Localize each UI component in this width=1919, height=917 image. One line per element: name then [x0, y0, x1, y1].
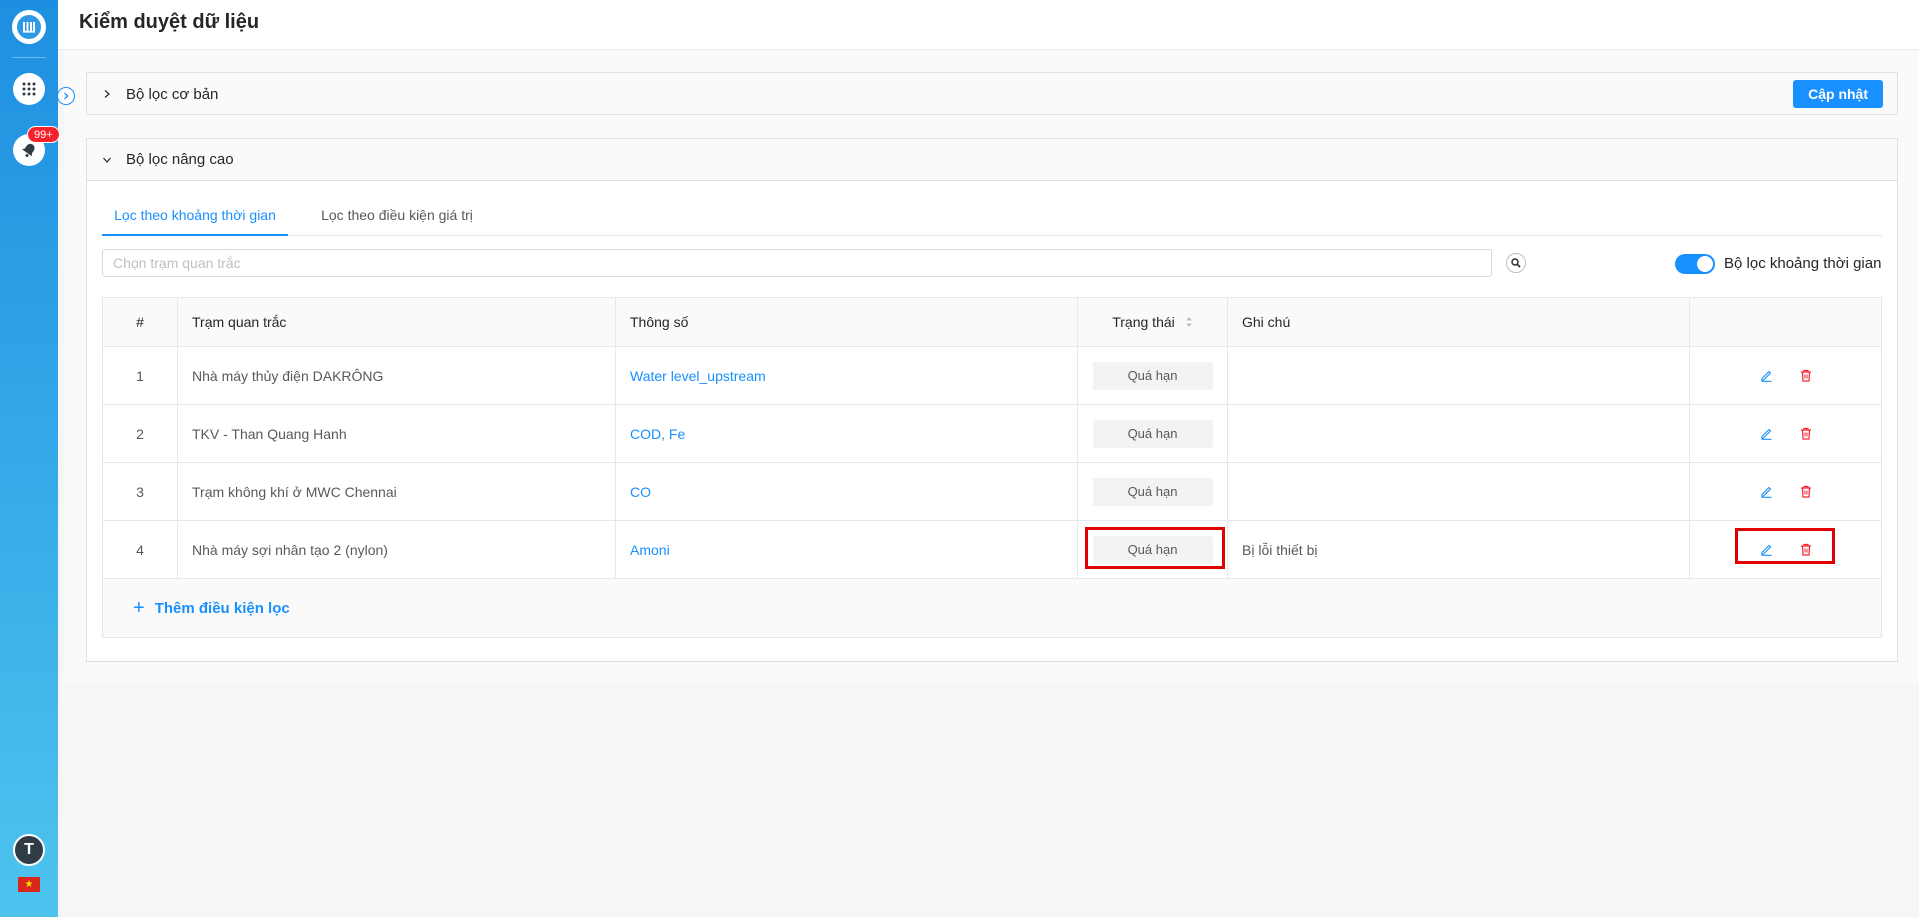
- row-index: 3: [103, 463, 178, 520]
- status-badge: Quá hạn: [1092, 419, 1213, 448]
- column-header-station: Trạm quan trắc: [178, 298, 616, 346]
- chevron-right-icon: [102, 89, 116, 99]
- notification-badge: 99+: [27, 126, 60, 143]
- language-flag-icon[interactable]: ★: [18, 877, 40, 892]
- row-actions: [1690, 405, 1881, 462]
- table-row: 2 TKV - Than Quang Hanh COD, Fe Quá hạn: [103, 405, 1881, 463]
- row-params-link[interactable]: Water level_upstream: [616, 347, 1078, 404]
- plus-icon: +: [133, 597, 145, 619]
- bell-icon: [22, 143, 35, 157]
- column-header-actions: [1690, 298, 1881, 346]
- table-row: 3 Trạm không khí ở MWC Chennai CO Quá hạ…: [103, 463, 1881, 521]
- row-status-cell: Quá hạn: [1078, 405, 1228, 462]
- user-avatar[interactable]: T: [13, 834, 45, 866]
- add-condition-label: Thêm điều kiện lọc: [154, 599, 290, 617]
- delete-icon[interactable]: [1798, 368, 1814, 384]
- table-header: # Trạm quan trắc Thông số Trạng thái Ghi…: [103, 298, 1881, 347]
- basic-filter-title: Bộ lọc cơ bản: [126, 85, 219, 103]
- advanced-filter-panel: Bộ lọc nâng cao Lọc theo khoảng thời gia…: [86, 138, 1898, 662]
- row-params-link[interactable]: COD, Fe: [616, 405, 1078, 462]
- row-station: Trạm không khí ở MWC Chennai: [178, 463, 616, 520]
- logo-icon: [17, 15, 41, 39]
- highlight-box-actions: [1735, 528, 1835, 564]
- add-condition-button[interactable]: + Thêm điều kiện lọc: [103, 579, 1881, 637]
- table-row: 4 Nhà máy sợi nhân tạo 2 (nylon) Amoni Q…: [103, 521, 1881, 579]
- edit-icon[interactable]: [1758, 484, 1774, 500]
- row-station: TKV - Than Quang Hanh: [178, 405, 616, 462]
- status-badge: Quá hạn: [1092, 361, 1213, 390]
- row-note: [1228, 405, 1690, 462]
- column-header-status-label: Trạng thái: [1112, 314, 1175, 330]
- row-index: 2: [103, 405, 178, 462]
- update-button[interactable]: Cập nhật: [1793, 80, 1883, 108]
- row-actions: [1690, 347, 1881, 404]
- time-filter-toggle[interactable]: [1675, 254, 1715, 274]
- tab-value-condition[interactable]: Lọc theo điều kiện giá trị: [317, 194, 477, 236]
- search-icon: [1511, 258, 1521, 268]
- row-status-cell: Quá hạn: [1078, 347, 1228, 404]
- sidebar-divider: [12, 57, 46, 58]
- table-row: 1 Nhà máy thủy điện DAKRÔNG Water level_…: [103, 347, 1881, 405]
- column-header-note: Ghi chú: [1228, 298, 1690, 346]
- sort-icon[interactable]: [1185, 316, 1193, 328]
- status-badge: Quá hạn: [1092, 477, 1213, 506]
- row-station: Nhà máy sợi nhân tạo 2 (nylon): [178, 521, 616, 578]
- sidebar-expand-button[interactable]: [57, 87, 75, 105]
- column-header-params: Thông số: [616, 298, 1078, 346]
- grid-icon: [22, 82, 36, 96]
- app-logo[interactable]: [12, 10, 46, 44]
- row-index: 4: [103, 521, 178, 578]
- chevron-down-icon: [102, 155, 116, 165]
- delete-icon[interactable]: [1798, 484, 1814, 500]
- search-button[interactable]: [1506, 253, 1526, 273]
- highlight-box-status: [1085, 527, 1225, 569]
- toggle-knob: [1697, 256, 1713, 272]
- column-header-index: #: [103, 298, 178, 346]
- row-params-link[interactable]: Amoni: [616, 521, 1078, 578]
- row-index: 1: [103, 347, 178, 404]
- station-select-input[interactable]: [102, 249, 1492, 277]
- row-note: Bị lỗi thiết bị: [1228, 521, 1690, 578]
- column-header-status[interactable]: Trạng thái: [1078, 298, 1228, 346]
- data-table: # Trạm quan trắc Thông số Trạng thái Ghi…: [102, 297, 1882, 638]
- row-actions: [1690, 463, 1881, 520]
- advanced-filter-title: Bộ lọc nâng cao: [126, 151, 234, 168]
- time-filter-label: Bộ lọc khoảng thời gian: [1724, 255, 1882, 272]
- sidebar: 99+ T ★: [0, 0, 60, 917]
- basic-filter-header[interactable]: Bộ lọc cơ bản: [87, 73, 1897, 115]
- page-title: Kiểm duyệt dữ liệu: [79, 11, 260, 33]
- page-header: Kiểm duyệt dữ liệu: [58, 0, 1919, 50]
- filter-tabs: Lọc theo khoảng thời gian Lọc theo điều …: [102, 194, 1882, 236]
- delete-icon[interactable]: [1798, 426, 1814, 442]
- tab-time-range[interactable]: Lọc theo khoảng thời gian: [102, 194, 288, 236]
- row-station: Nhà máy thủy điện DAKRÔNG: [178, 347, 616, 404]
- row-status-cell: Quá hạn: [1078, 463, 1228, 520]
- row-note: [1228, 463, 1690, 520]
- apps-button[interactable]: [13, 73, 45, 105]
- row-params-link[interactable]: CO: [616, 463, 1078, 520]
- edit-icon[interactable]: [1758, 426, 1774, 442]
- basic-filter-panel: Bộ lọc cơ bản Cập nhật: [86, 72, 1898, 115]
- advanced-filter-header[interactable]: Bộ lọc nâng cao: [87, 139, 1897, 181]
- row-note: [1228, 347, 1690, 404]
- edit-icon[interactable]: [1758, 368, 1774, 384]
- chevron-right-icon: [64, 92, 69, 100]
